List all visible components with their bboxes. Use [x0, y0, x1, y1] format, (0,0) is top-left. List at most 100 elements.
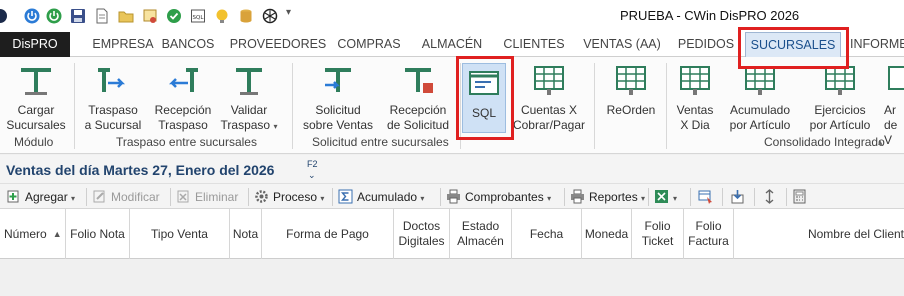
ejercicios-por-articulo-button[interactable]: Ejercicios por Artículo	[802, 63, 878, 133]
column-header-tipo-venta[interactable]: Tipo Venta	[130, 209, 230, 259]
acumulado-label: Acumulado	[357, 190, 418, 204]
solicitud-sobre-ventas-button[interactable]: Solicitud sobre Ventas	[300, 63, 376, 133]
proceso-label: Proceso	[273, 190, 318, 204]
analysis-icon	[888, 66, 904, 90]
column-header-nombre-del-cliente[interactable]: Nombre del Client	[734, 209, 904, 259]
sql-file-icon[interactable]: SQL	[190, 8, 206, 24]
agregar-button[interactable]: Agregar ▾	[6, 187, 75, 207]
modificar-button[interactable]: Modificar	[92, 187, 160, 207]
column-header-moneda[interactable]: Moneda	[582, 209, 632, 259]
recepcion-de-solicitud-button[interactable]: Recepción de Solicitud	[380, 63, 456, 133]
column-label: Ticket	[641, 234, 674, 248]
eliminar-button[interactable]: Eliminar	[176, 187, 238, 207]
validate-icon	[236, 68, 262, 95]
collapse-ribbon-icon[interactable]: ▴	[878, 137, 883, 148]
tab-pedidos[interactable]: PEDIDOS	[672, 32, 740, 57]
cuentas-x-cobrar-pagar-button[interactable]: Cuentas X Cobrar/Pagar	[510, 63, 588, 133]
dropdown-arrow-icon[interactable]: ▾	[420, 194, 424, 203]
group-separator	[666, 63, 667, 149]
group-label-modulo: Módulo	[14, 135, 54, 149]
tab-proveedores[interactable]: PROVEEDORES	[228, 32, 328, 57]
column-label: Doctos	[402, 219, 441, 233]
button-label: de V	[884, 118, 898, 147]
select-columns-button[interactable]	[698, 187, 717, 207]
dropdown-arrow-icon[interactable]: ▾	[273, 122, 277, 131]
highlight-box-sql	[456, 56, 514, 140]
save-icon[interactable]	[70, 8, 86, 24]
power-green-icon[interactable]	[46, 8, 62, 24]
toolbar-separator	[86, 188, 87, 206]
acumulado-button[interactable]: Acumulado ▾	[338, 187, 424, 207]
group-label-consolidado: Consolidado Integrado	[764, 135, 885, 149]
traspaso-a-sucursal-button[interactable]: Traspaso a Sucursal	[80, 63, 146, 133]
server-branch-icon	[21, 68, 51, 95]
column-header-estado-almacen[interactable]: Estado Almacén	[450, 209, 512, 259]
tab-clientes[interactable]: CLIENTES	[496, 32, 572, 57]
column-label: Factura	[688, 234, 729, 248]
column-header-nota[interactable]: Nota	[230, 209, 262, 259]
tab-dispro[interactable]: DisPRO	[0, 32, 70, 57]
quick-access-dropdown-icon[interactable]: ▾	[286, 7, 302, 23]
column-header-numero[interactable]: Número ▲	[0, 209, 66, 259]
comprobantes-button[interactable]: Comprobantes ▾	[446, 187, 551, 207]
verify-icon[interactable]	[166, 8, 182, 24]
import-button[interactable]	[730, 187, 749, 207]
document-icon[interactable]	[94, 8, 110, 24]
cargar-sucursales-button[interactable]: Cargar Sucursales	[4, 63, 68, 133]
column-header-folio-ticket[interactable]: Folio Ticket	[632, 209, 684, 259]
tab-ventas[interactable]: VENTAS (AA)	[580, 32, 664, 57]
column-header-doctos-digitales[interactable]: Doctos Digitales	[394, 209, 450, 259]
reorden-button[interactable]: ReOrden	[600, 63, 662, 118]
column-header-forma-de-pago[interactable]: Forma de Pago	[262, 209, 394, 259]
tab-informe[interactable]: INFORME	[850, 32, 904, 57]
tab-compras[interactable]: COMPRAS	[332, 32, 406, 57]
reportes-button[interactable]: Reportes ▾	[570, 187, 645, 207]
group-separator	[594, 63, 595, 149]
dropdown-arrow-icon[interactable]: ▾	[320, 194, 324, 203]
export-excel-button[interactable]: ▾	[654, 187, 677, 207]
button-label: de Solicitud	[386, 118, 450, 132]
database-icon[interactable]	[238, 8, 254, 24]
calculator-icon	[793, 189, 806, 204]
chevron-down-icon[interactable]: ⌄	[308, 170, 316, 181]
download-icon	[731, 190, 744, 204]
analisis-button[interactable]: Ar de V	[884, 63, 904, 148]
dropdown-arrow-icon[interactable]: ▾	[547, 194, 551, 203]
ventas-x-dia-button[interactable]: Ventas X Dia	[670, 63, 720, 133]
section-header: Ventas del día Martes 27, Enero del 2026…	[0, 155, 904, 183]
toolbar-separator	[690, 188, 691, 206]
sort-button[interactable]	[762, 187, 781, 207]
column-header-fecha[interactable]: Fecha	[512, 209, 582, 259]
recepcion-traspaso-button[interactable]: Recepción Traspaso	[150, 63, 216, 133]
button-label: Recepción	[154, 103, 212, 117]
accounts-grid-icon	[534, 66, 564, 95]
dropdown-arrow-icon[interactable]: ▾	[71, 194, 75, 203]
button-label: Recepción	[389, 103, 447, 117]
tab-almacen[interactable]: ALMACÉN	[414, 32, 490, 57]
button-label: Cuentas X	[520, 103, 578, 117]
dropdown-arrow-icon[interactable]: ▾	[673, 194, 677, 203]
proceso-button[interactable]: Proceso ▾	[254, 187, 324, 207]
power-blue-icon[interactable]	[24, 8, 40, 24]
column-header-folio-factura[interactable]: Folio Factura	[684, 209, 734, 259]
column-label: Tipo Venta	[151, 226, 208, 241]
group-separator	[74, 63, 75, 149]
openai-icon[interactable]	[262, 8, 278, 24]
shortcut-hint: F2	[307, 159, 318, 169]
calculator-button[interactable]	[792, 187, 811, 207]
button-label: Ventas	[676, 103, 714, 117]
certificate-icon[interactable]	[142, 8, 158, 24]
column-header-folio-nota[interactable]: Folio Nota	[66, 209, 130, 259]
lightbulb-icon[interactable]	[214, 8, 230, 24]
daily-sales-icon	[680, 66, 710, 95]
tab-bancos[interactable]: BANCOS	[152, 32, 224, 57]
validar-traspaso-button[interactable]: Validar Traspaso ▾	[218, 63, 280, 134]
dropdown-arrow-icon[interactable]: ▾	[641, 194, 645, 203]
column-label: Folio	[644, 219, 671, 233]
acumulado-por-articulo-button[interactable]: Acumulado por Artículo	[722, 63, 798, 133]
column-label: Nombre del Client	[807, 226, 904, 241]
folder-icon[interactable]	[118, 8, 134, 24]
group-separator	[292, 63, 293, 149]
toolbar-separator	[786, 188, 787, 206]
comprobantes-label: Comprobantes	[465, 190, 544, 204]
